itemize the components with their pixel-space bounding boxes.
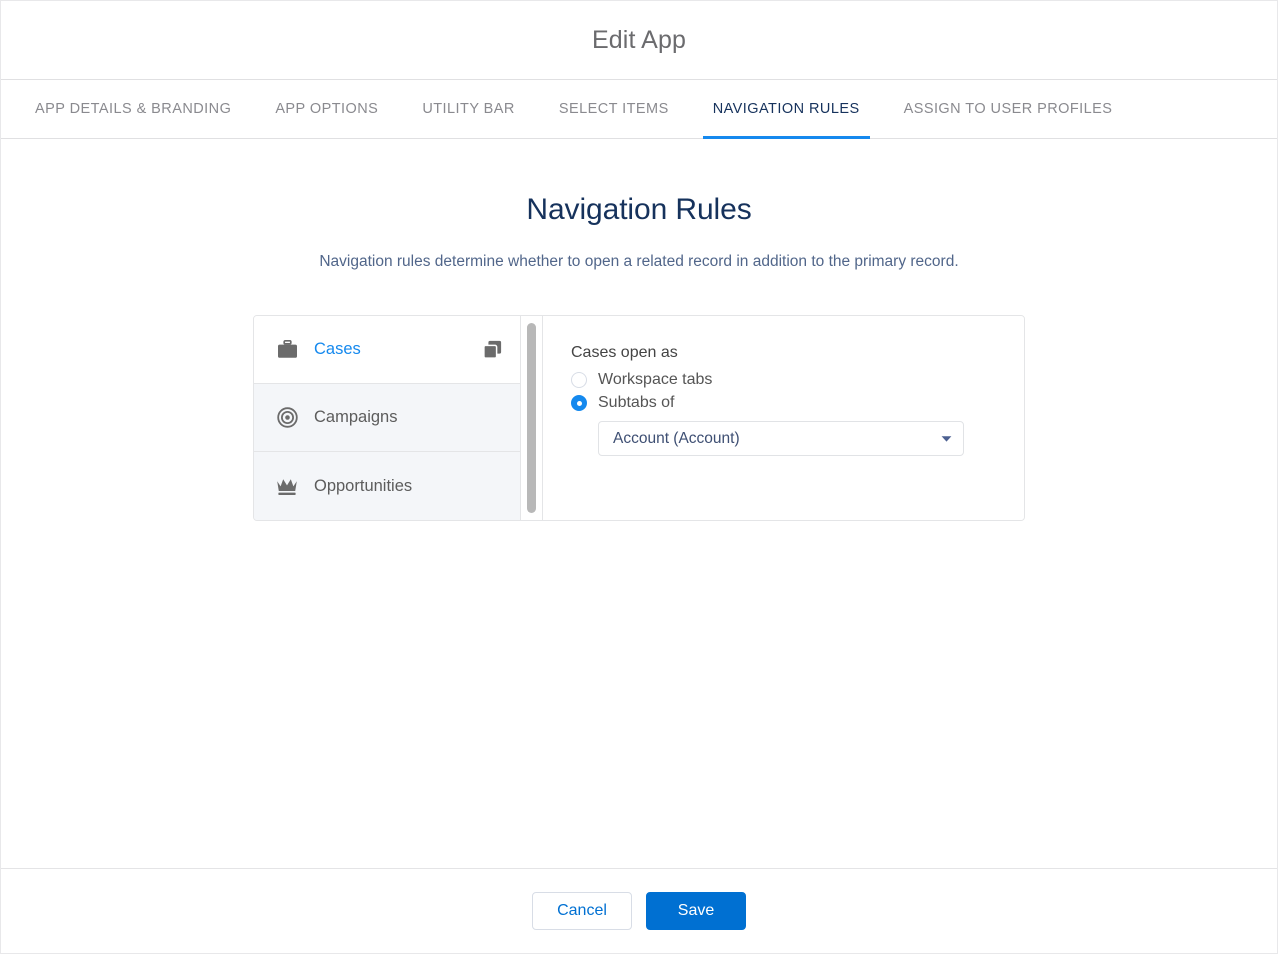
chevron-down-icon [940,433,952,445]
radio-option-label: Subtabs of [598,394,675,411]
page-title: Edit App [592,25,686,54]
tab-app-options[interactable]: APP OPTIONS [253,80,400,138]
list-item-opportunities[interactable]: Opportunities [254,452,520,520]
navigation-rules-card: Cases Campaigns Opportunities Cases open a… [253,315,1025,521]
parent-object-select[interactable]: Account (Account) [598,421,964,456]
navigation-item-list: Cases Campaigns Opportunities [254,316,521,520]
tab-app-details-branding[interactable]: APP DETAILS & BRANDING [13,80,253,138]
list-item-campaigns[interactable]: Campaigns [254,384,520,452]
list-item-label: Opportunities [314,476,413,495]
list-item-cases[interactable]: Cases [254,316,520,384]
radio-option-subtabs-of[interactable]: Subtabs of [571,394,998,412]
item-list-scrollbar[interactable] [521,316,543,520]
crown-icon [276,475,298,497]
tab-navigation-rules[interactable]: NAVIGATION RULES [691,80,882,139]
cancel-button[interactable]: Cancel [532,892,632,930]
window-header: Edit App [1,1,1277,80]
radio-icon-selected [571,395,587,411]
tab-utility-bar[interactable]: UTILITY BAR [400,80,537,138]
briefcase-icon [276,339,298,361]
window-footer: Cancel Save [1,869,1277,953]
content-area: Navigation Rules Navigation rules determ… [1,139,1277,869]
edit-app-window: Edit App APP DETAILS & BRANDING APP OPTIO… [0,0,1278,954]
list-item-label: Campaigns [314,408,398,426]
section-heading: Navigation Rules [526,193,752,226]
save-button[interactable]: Save [646,892,746,930]
radio-option-label: Workspace tabs [598,371,713,388]
navigation-detail-pane: Cases open as Workspace tabs Subtabs of … [543,316,1024,520]
list-item-label: Cases [314,340,361,358]
copy-icon[interactable] [482,340,502,360]
radio-icon [571,372,587,388]
section-description: Navigation rules determine whether to op… [319,253,959,270]
scrollbar-thumb[interactable] [527,323,536,513]
select-value: Account (Account) [613,429,740,447]
tab-assign-to-user-profiles[interactable]: ASSIGN TO USER PROFILES [882,80,1135,138]
radio-option-workspace-tabs[interactable]: Workspace tabs [571,371,998,389]
tab-bar: APP DETAILS & BRANDING APP OPTIONS UTILITY… [1,80,1277,139]
detail-title: Cases open as [571,344,678,361]
tab-select-items[interactable]: SELECT ITEMS [537,80,691,138]
target-icon [276,407,298,429]
